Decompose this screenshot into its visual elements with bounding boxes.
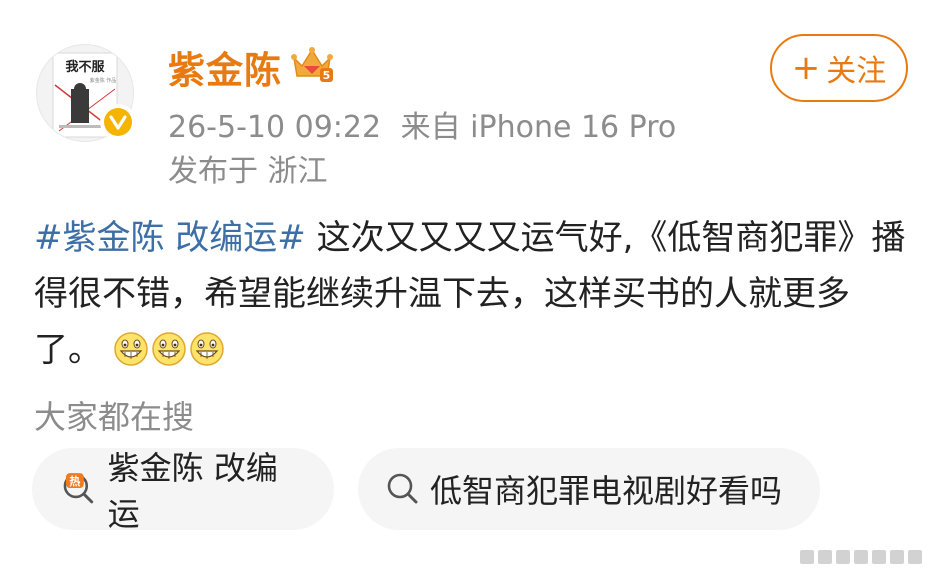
book-cover-title: 我不服	[65, 59, 105, 75]
verified-badge-icon	[100, 104, 136, 140]
post-body: #紫金陈 改编运# 这次又又又又运气好,《低智商犯罪》播得很不错，希望能继续升温…	[34, 210, 914, 378]
search-icon	[387, 473, 418, 504]
vip-crown-icon: 5	[291, 47, 333, 82]
username[interactable]: 紫金陈	[168, 40, 282, 94]
post-time: 26-5-10 09:22	[168, 110, 382, 145]
svg-text:热: 热	[69, 474, 80, 488]
search-chip[interactable]: 低智商犯罪电视剧好看吗	[358, 448, 820, 530]
topic-link[interactable]: #紫金陈 改编运#	[34, 218, 306, 258]
search-chip-label: 低智商犯罪电视剧好看吗	[430, 472, 783, 510]
post-meta: 26-5-10 09:22 来自 iPhone 16 Pro	[168, 102, 676, 146]
post-location: 发布于 浙江	[168, 154, 328, 189]
hot-search-icon: 热	[63, 473, 94, 504]
follow-button[interactable]: + 关注	[770, 34, 908, 102]
grin-emoji-icon	[190, 332, 224, 366]
follow-label: 关注	[826, 54, 887, 89]
grin-emoji-icon	[114, 332, 148, 366]
search-section-title: 大家都在搜	[34, 398, 195, 436]
plus-icon: +	[791, 48, 821, 88]
search-chip-label: 紫金陈 改编运	[107, 449, 278, 533]
search-chip-hot[interactable]: 热 紫金陈 改编运	[32, 448, 334, 533]
book-cover-author: 紫金陈 作品	[90, 77, 117, 84]
watermark-image	[800, 550, 922, 564]
post-source: 来自 iPhone 16 Pro	[400, 110, 677, 145]
grin-emoji-icon	[152, 332, 186, 366]
svg-text:5: 5	[323, 69, 331, 82]
